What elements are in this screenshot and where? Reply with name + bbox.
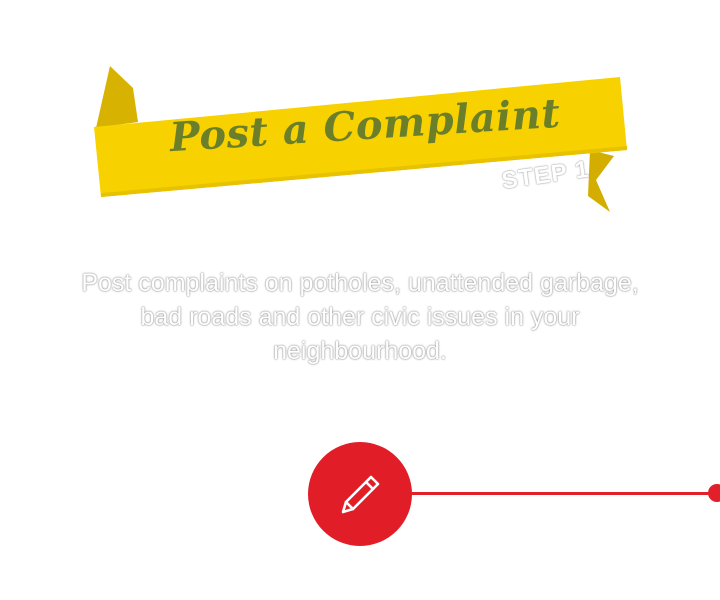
pencil-icon	[341, 475, 380, 514]
step-description: Post complaints on potholes, unattended …	[81, 269, 639, 365]
progress-connector-line	[408, 492, 714, 495]
progress-connector-dot	[708, 484, 720, 502]
step-1-panel: Post a Complaint STEP 1 Post complaints …	[0, 0, 720, 600]
post-complaint-button[interactable]	[308, 442, 412, 546]
ribbon-right-fold	[588, 150, 614, 212]
